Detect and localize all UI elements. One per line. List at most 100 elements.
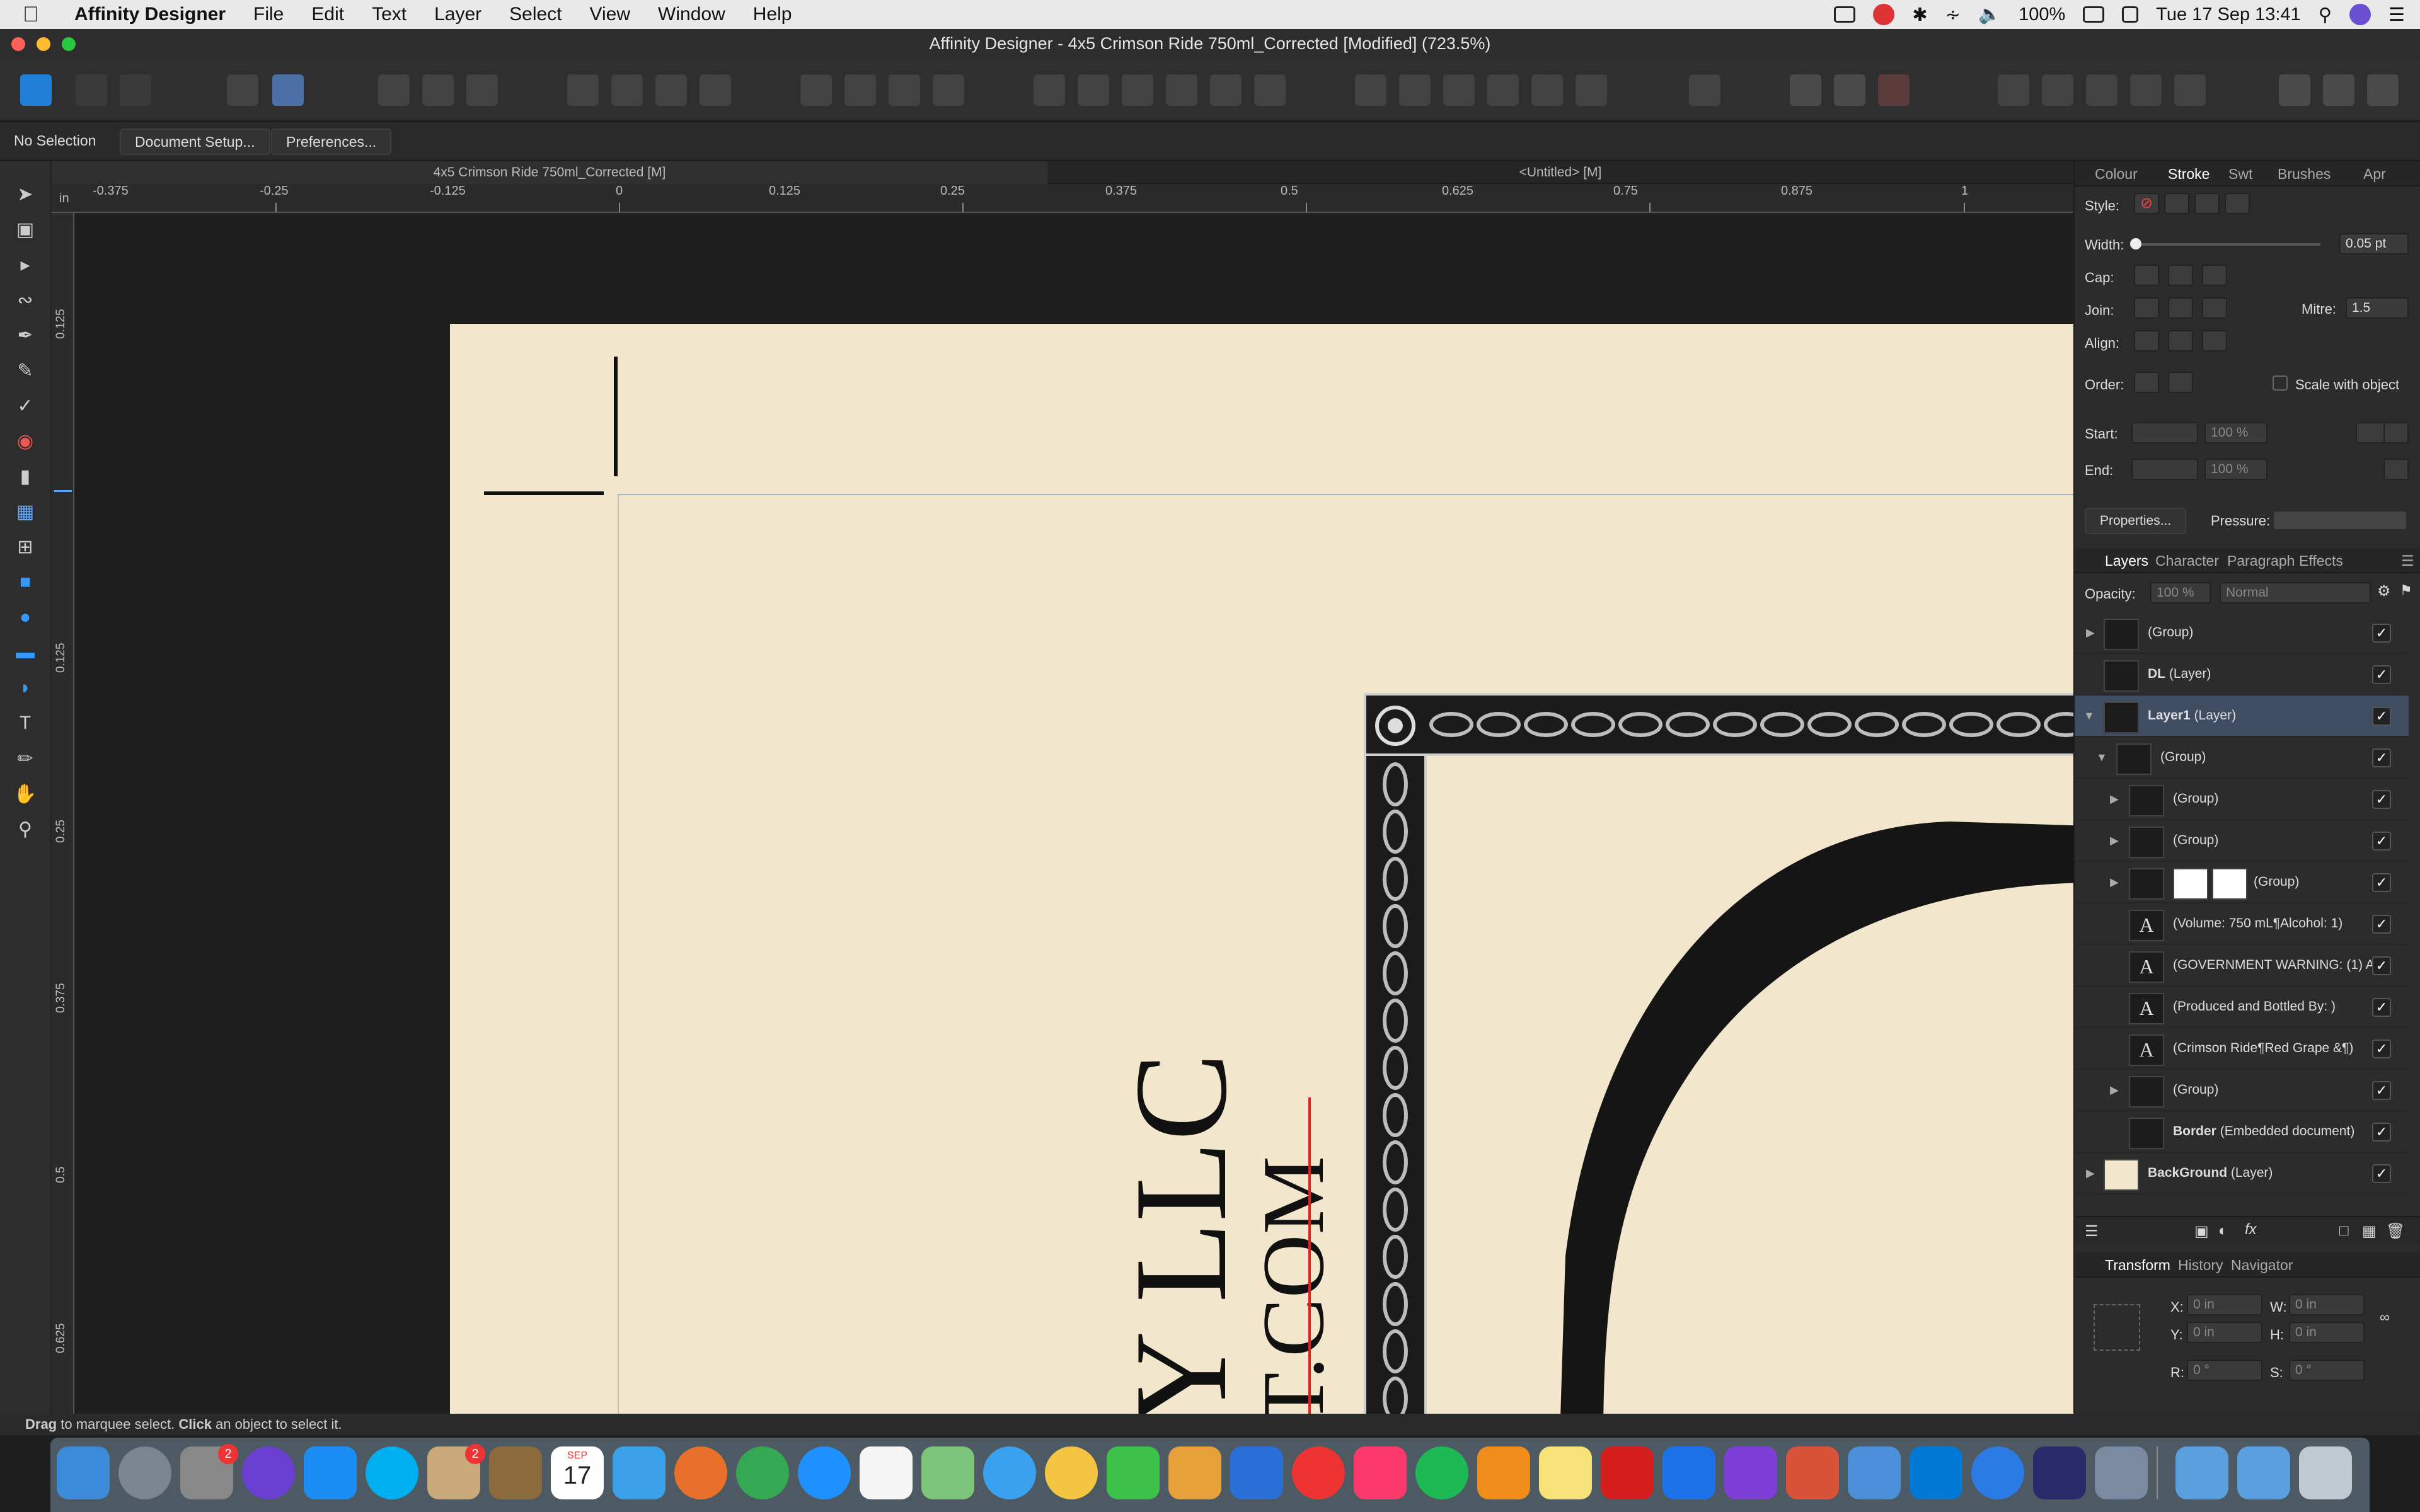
blend-mode-select[interactable]: Normal xyxy=(2220,582,2371,604)
studio-toggle-1-icon[interactable] xyxy=(2279,74,2310,106)
arrange-backward-icon[interactable] xyxy=(611,74,643,106)
flag-icon[interactable] xyxy=(2122,6,2139,23)
night-sky-icon[interactable] xyxy=(2033,1446,2086,1499)
canvas[interactable]: Y LLC T.COM xyxy=(74,213,2073,1414)
properties-button[interactable]: Properties... xyxy=(2085,508,2187,534)
siri-icon[interactable] xyxy=(2349,4,2371,25)
isolate-icon[interactable] xyxy=(378,74,410,106)
text-tool-icon[interactable]: T xyxy=(11,709,39,737)
layer-row[interactable]: Border (Embedded document) ✓ xyxy=(2075,1111,2409,1153)
battery-icon[interactable] xyxy=(2083,6,2105,23)
menu-text[interactable]: Text xyxy=(372,4,406,25)
menu-select[interactable]: Select xyxy=(509,4,562,25)
x-field[interactable]: 0 in xyxy=(2187,1294,2262,1315)
end-arrowhead-select[interactable] xyxy=(2131,459,2198,480)
transform-origin-icon[interactable] xyxy=(466,74,498,106)
lock-icon[interactable]: ⚑ xyxy=(2400,582,2412,598)
affinity-publisher-icon[interactable] xyxy=(1786,1446,1839,1499)
h-field[interactable]: 0 in xyxy=(2289,1322,2365,1343)
pencil-tool-icon[interactable]: ✎ xyxy=(11,357,39,384)
arrange-front-icon[interactable] xyxy=(700,74,731,106)
tab-colour[interactable]: Colour xyxy=(2095,161,2138,186)
fx-icon[interactable]: fx xyxy=(2245,1221,2257,1239)
rotation-field[interactable]: 0 ° xyxy=(2187,1360,2262,1381)
layer-row[interactable]: A (GOVERNMENT WARNING: (1) A ✓ xyxy=(2075,945,2409,987)
color-picker-icon[interactable]: ✏ xyxy=(11,745,39,772)
snapping-grid-icon[interactable] xyxy=(1790,74,1821,106)
layer-row[interactable]: A (Crimson Ride¶Red Grape &¶) ✓ xyxy=(2075,1028,2409,1070)
distribute-v-icon[interactable] xyxy=(1399,74,1431,106)
maps-icon[interactable] xyxy=(921,1446,974,1499)
scale-with-object-checkbox[interactable] xyxy=(2273,375,2288,391)
transparency-tool-icon[interactable]: ▮ xyxy=(11,462,39,490)
expand-arrow-icon[interactable]: ▶ xyxy=(2086,626,2095,639)
spotify-icon[interactable] xyxy=(1415,1446,1468,1499)
arrowhead-extend-icon[interactable] xyxy=(2383,422,2409,444)
pressure-graph[interactable] xyxy=(2274,512,2406,529)
layer-settings-icon[interactable]: ⚙ xyxy=(2377,582,2391,600)
layer-row-selected[interactable]: ▼ Layer1 (Layer) ✓ xyxy=(2075,696,2409,737)
tab-crimson-ride[interactable]: 4x5 Crimson Ride 750ml_Corrected [M] xyxy=(52,161,1047,184)
layer-visibility-checkbox[interactable]: ✓ xyxy=(2372,1040,2391,1058)
swap-arrowheads-icon[interactable] xyxy=(2383,459,2409,480)
pixel-persona-icon[interactable] xyxy=(76,74,107,106)
news-icon[interactable] xyxy=(1292,1446,1345,1499)
layer-visibility-checkbox[interactable]: ✓ xyxy=(2372,1081,2391,1100)
hand-tool-icon[interactable]: ✋ xyxy=(11,780,39,808)
distribute-h-icon[interactable] xyxy=(1355,74,1386,106)
menu-edit[interactable]: Edit xyxy=(311,4,344,25)
acrobat-icon[interactable] xyxy=(1601,1446,1654,1499)
snapping-manager-icon[interactable] xyxy=(272,74,304,106)
rotate-right-icon[interactable] xyxy=(933,74,964,106)
layer-visibility-checkbox[interactable]: ✓ xyxy=(2372,1123,2391,1142)
layer-visibility-checkbox[interactable]: ✓ xyxy=(2372,873,2391,892)
layer-stack-icon[interactable]: ☰ xyxy=(2085,1222,2099,1240)
boolean-xor-icon[interactable] xyxy=(2130,74,2162,106)
apple-icon[interactable]:  xyxy=(23,3,53,27)
app-menu[interactable]: Affinity Designer xyxy=(74,4,226,25)
minimize-window-button[interactable] xyxy=(37,37,50,51)
studio-toggle-3-icon[interactable] xyxy=(2367,74,2399,106)
expand-arrow-icon[interactable]: ▶ xyxy=(2110,876,2119,889)
finder-icon[interactable] xyxy=(57,1446,110,1499)
calendar-icon[interactable]: SEP 17 xyxy=(551,1446,604,1499)
rectangle-tool-icon[interactable]: ■ xyxy=(11,568,39,596)
layer-row[interactable]: DL (Layer) ✓ xyxy=(2075,654,2409,696)
document-setup-button[interactable]: Document Setup... xyxy=(120,129,270,155)
align-bottom-icon[interactable] xyxy=(1254,74,1286,106)
music-icon[interactable] xyxy=(1354,1446,1407,1499)
preferences-button[interactable]: Preferences... xyxy=(271,129,392,155)
layer-visibility-checkbox[interactable]: ✓ xyxy=(2372,790,2391,809)
applications-folder-icon[interactable] xyxy=(2175,1446,2228,1499)
boolean-add-icon[interactable] xyxy=(1998,74,2029,106)
vector-brush-icon[interactable]: ✓ xyxy=(11,392,39,420)
bevel-join-icon[interactable] xyxy=(2202,297,2227,319)
node-tool-icon[interactable]: ▸ xyxy=(11,251,39,278)
anchor-selector[interactable] xyxy=(2094,1304,2140,1351)
delete-layer-icon[interactable]: 🗑 xyxy=(2386,1222,2405,1240)
mitre-field[interactable]: 1.5 xyxy=(2346,297,2409,319)
studio-toggle-2-icon[interactable] xyxy=(2323,74,2354,106)
tab-effects[interactable]: Effects xyxy=(2299,548,2343,573)
fill-tool-icon[interactable]: ◉ xyxy=(11,427,39,455)
no-stroke-icon[interactable]: ⊘ xyxy=(2134,193,2159,214)
layer-visibility-checkbox[interactable]: ✓ xyxy=(2372,707,2391,726)
shear-field[interactable]: 0 ° xyxy=(2289,1360,2365,1381)
collapse-arrow-icon[interactable]: ▼ xyxy=(2083,709,2095,723)
firefox-icon[interactable] xyxy=(674,1446,727,1499)
move-tool-icon[interactable]: ➤ xyxy=(11,180,39,208)
notification-center-icon[interactable]: ☰ xyxy=(2388,4,2405,26)
downloads-folder-icon[interactable] xyxy=(2237,1446,2290,1499)
artboard[interactable]: Y LLC T.COM xyxy=(450,324,2073,1414)
layer-row[interactable]: ▶ BackGround (Layer) ✓ xyxy=(2075,1153,2409,1194)
tab-appearance[interactable]: Apr xyxy=(2363,161,2386,186)
layer-visibility-checkbox[interactable]: ✓ xyxy=(2372,915,2391,934)
zoom-tool-icon[interactable]: ⚲ xyxy=(11,815,39,843)
insert-target-icon[interactable] xyxy=(1689,74,1720,106)
point-transform-icon[interactable]: ∾ xyxy=(11,286,39,314)
designer-persona-icon[interactable] xyxy=(20,74,52,106)
assistant-icon[interactable] xyxy=(227,74,258,106)
flip-horizontal-icon[interactable] xyxy=(800,74,832,106)
artboard-tool-icon[interactable]: ▣ xyxy=(11,215,39,243)
start-arrowhead-select[interactable] xyxy=(2131,422,2198,444)
